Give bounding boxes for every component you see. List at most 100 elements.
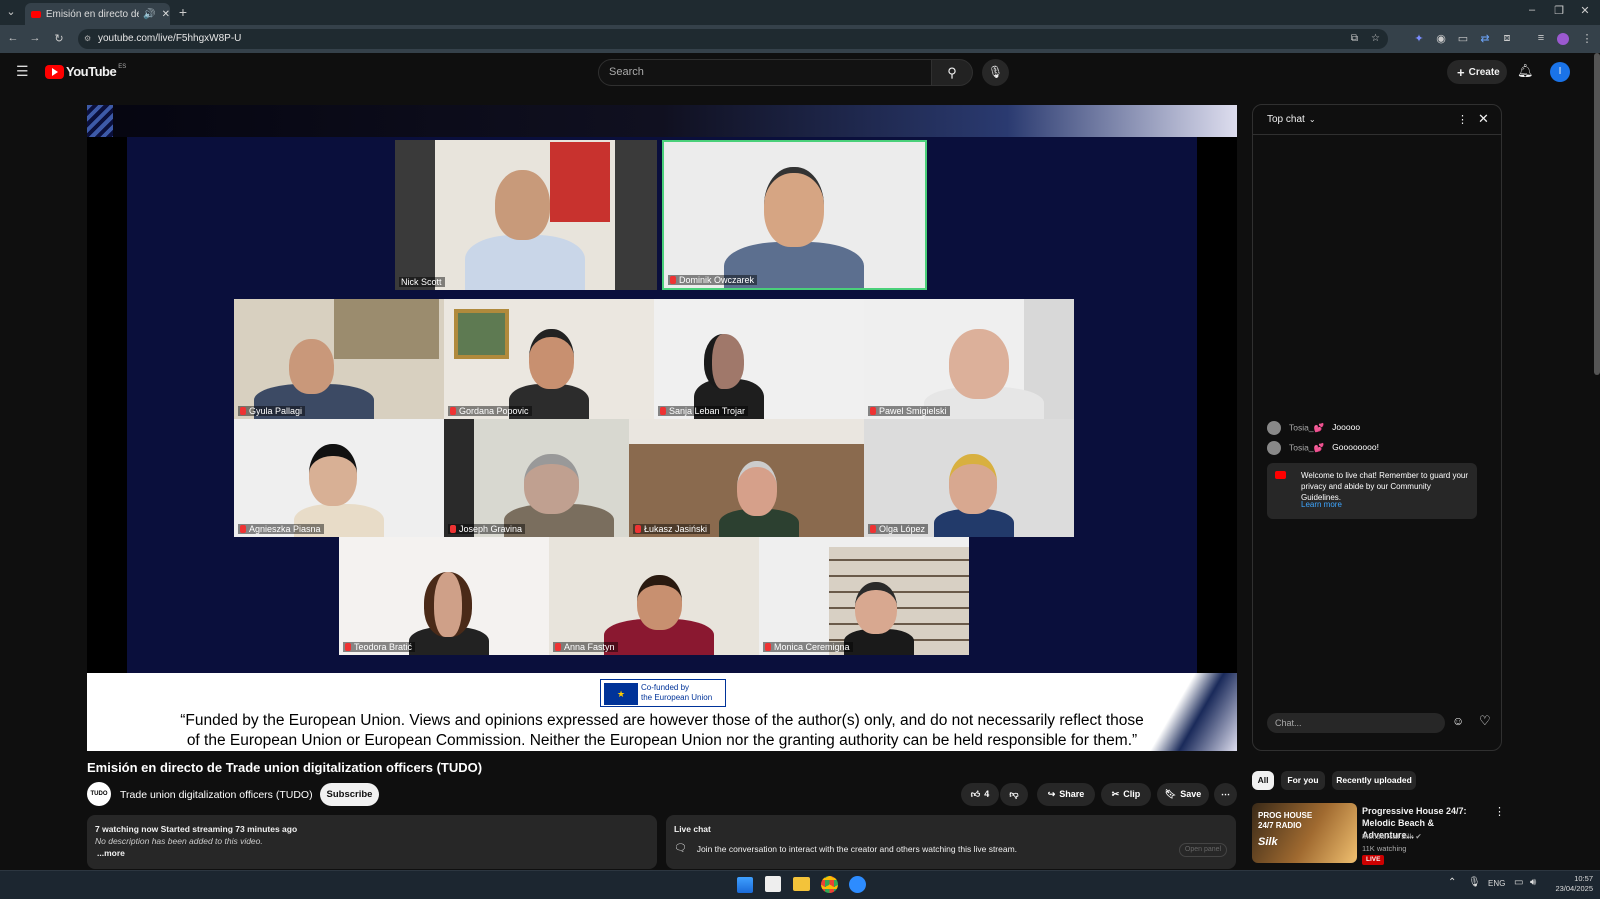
extension-printer-icon[interactable]: ▭ bbox=[1456, 32, 1470, 45]
zoom-icon[interactable] bbox=[849, 876, 866, 893]
eu-flag-icon: ★ bbox=[604, 683, 638, 705]
live-chat-description: Join the conversation to interact with t… bbox=[696, 844, 1018, 854]
chip-all[interactable]: All bbox=[1252, 771, 1274, 790]
participant-tile: Anna Fastyn bbox=[549, 537, 759, 655]
tray-mic-icon[interactable]: 🎙 bbox=[1468, 877, 1481, 888]
rec-more-icon[interactable]: ⋮ bbox=[1494, 805, 1505, 818]
voice-search-button[interactable]: 🎙 bbox=[982, 59, 1009, 86]
translate-icon[interactable]: ⇄ bbox=[1478, 32, 1492, 45]
tray-chevron-icon[interactable]: ⌃ bbox=[1448, 877, 1456, 888]
participant-name: Łukasz Jasiński bbox=[633, 524, 711, 534]
eu-logo-text: Co-funded by the European Union bbox=[641, 683, 712, 703]
back-icon[interactable]: ← bbox=[6, 32, 20, 44]
page-scrollbar[interactable] bbox=[1594, 53, 1600, 375]
tab-list-icon[interactable]: ⌄ bbox=[4, 5, 18, 18]
chat-mode-label: Top chat bbox=[1267, 114, 1305, 125]
chat-text: Jooooo bbox=[1332, 422, 1361, 433]
top-chat-dropdown[interactable]: Top chat ⌄ bbox=[1267, 114, 1316, 125]
channel-name[interactable]: Trade union digitalization officers (TUD… bbox=[120, 789, 313, 801]
search-input[interactable]: Search bbox=[598, 59, 932, 86]
chrome-icon[interactable] bbox=[821, 876, 838, 893]
dislike-button[interactable]: 👎︎ bbox=[1000, 783, 1028, 806]
recommended-video[interactable]: PROG HOUSE 24/7 RADIO Silk Progressive H… bbox=[1252, 803, 1505, 865]
reload-icon[interactable]: ↻ bbox=[52, 32, 66, 45]
network-icon[interactable]: ▭ bbox=[1514, 877, 1523, 888]
participant-tile: Pawel Smigielski bbox=[864, 299, 1074, 419]
search-button[interactable]: ⚲ bbox=[932, 59, 973, 86]
share-button[interactable]: ↪ Share bbox=[1037, 783, 1095, 806]
participant-name: Dominik Owczarek bbox=[668, 275, 758, 285]
extension-icon[interactable]: ✦ bbox=[1412, 32, 1426, 45]
open-panel-button[interactable]: Open panel bbox=[1179, 843, 1227, 857]
show-more-link[interactable]: ...more bbox=[97, 847, 649, 859]
restore-icon[interactable]: ❐ bbox=[1552, 4, 1566, 17]
chat-more-icon[interactable]: ⋮ bbox=[1457, 113, 1468, 126]
eu-cofunded-logo: ★ Co-funded by the European Union bbox=[600, 679, 726, 707]
subscribe-button[interactable]: Subscribe bbox=[320, 783, 379, 806]
participant-tile-active-speaker: Dominik Owczarek bbox=[662, 140, 927, 290]
notifications-bell-icon[interactable]: 🔔︎ bbox=[1517, 63, 1534, 79]
chip-recently-uploaded[interactable]: Recently uploaded bbox=[1332, 771, 1416, 790]
channel-avatar[interactable]: TUDO bbox=[87, 782, 111, 806]
close-tab-icon[interactable]: ✕ bbox=[162, 9, 170, 20]
participant-name: Sanja Leban Trojar bbox=[658, 406, 749, 416]
description-box[interactable]: 7 watching now Started streaming 73 minu… bbox=[87, 815, 657, 869]
thumbs-down-icon: 👎︎ bbox=[1009, 789, 1019, 799]
video-player[interactable]: Nick Scott Dominik Owczarek Gyula Pallag… bbox=[87, 105, 1237, 751]
save-button[interactable]: 🔖︎ Save bbox=[1157, 783, 1209, 806]
rec-channel[interactable]: Monstercat Silk ✔ bbox=[1362, 832, 1422, 841]
participant-name: Agnieszka Piasna bbox=[238, 524, 324, 534]
rec-watching: 11K watching bbox=[1362, 844, 1407, 853]
site-info-icon[interactable]: ⚙ bbox=[84, 29, 91, 49]
video-thumbnail[interactable]: PROG HOUSE 24/7 RADIO Silk bbox=[1252, 803, 1357, 863]
file-explorer-icon[interactable] bbox=[793, 877, 810, 891]
emoji-icon[interactable]: ☺ bbox=[1452, 714, 1464, 728]
eu-disclaimer-text: “Funded by the European Union. Views and… bbox=[127, 711, 1197, 751]
account-avatar[interactable]: I bbox=[1550, 62, 1570, 82]
input-language[interactable]: ENG bbox=[1488, 879, 1505, 888]
description-text: No description has been added to this vi… bbox=[95, 836, 263, 846]
create-button[interactable]: + Create bbox=[1447, 60, 1507, 84]
browser-menu-icon[interactable]: ⋮ bbox=[1580, 32, 1594, 45]
thumbnail-text: PROG HOUSE 24/7 RADIO bbox=[1258, 811, 1313, 830]
logo-text: YouTube bbox=[66, 64, 117, 79]
participant-tile: Teodora Bratić bbox=[339, 537, 549, 655]
extension-camera-icon[interactable]: ◉ bbox=[1434, 32, 1448, 45]
youtube-logo[interactable]: YouTube ES bbox=[45, 64, 126, 79]
volume-icon[interactable]: 🔊︎ bbox=[1530, 877, 1536, 888]
youtube-icon bbox=[1275, 471, 1286, 479]
profile-icon[interactable] bbox=[1557, 33, 1569, 45]
media-control-icon[interactable]: ≡ bbox=[1534, 32, 1548, 44]
close-chat-icon[interactable]: ✕ bbox=[1478, 111, 1489, 127]
share-icon: ↪ bbox=[1047, 789, 1056, 799]
speaker-icon[interactable]: 🔊 bbox=[143, 9, 155, 20]
chip-for-you[interactable]: For you bbox=[1281, 771, 1325, 790]
forward-icon[interactable]: → bbox=[28, 32, 42, 44]
close-window-icon[interactable]: ✕ bbox=[1578, 4, 1592, 17]
bookmark-star-icon[interactable]: ☆ bbox=[1371, 29, 1380, 49]
windows-start-icon[interactable] bbox=[737, 877, 753, 893]
browser-tab[interactable]: Emisión en directo de Trad 🔊 ✕ bbox=[25, 3, 170, 25]
url-field[interactable]: ⚙ youtube.com/live/F5hhgxW8P-U ⧉ ☆ bbox=[78, 29, 1388, 49]
learn-more-link[interactable]: Learn more bbox=[1301, 499, 1342, 510]
new-tab-icon[interactable]: + bbox=[176, 4, 190, 20]
address-bar-row: ← → ↻ ⚙ youtube.com/live/F5hhgxW8P-U ⧉ ☆… bbox=[0, 25, 1600, 53]
system-clock[interactable]: 10:57 23/04/2025 bbox=[1548, 874, 1593, 894]
hamburger-menu-icon[interactable]: ☰ bbox=[16, 63, 29, 80]
video-title: Emisión en directo de Trade union digita… bbox=[87, 760, 483, 775]
participant-name: Pawel Smigielski bbox=[868, 406, 950, 416]
clip-button[interactable]: ✂ Clip bbox=[1101, 783, 1151, 806]
heart-icon[interactable]: ♡ bbox=[1479, 713, 1491, 729]
extensions-puzzle-icon[interactable]: ⧈ bbox=[1500, 32, 1514, 45]
chat-input[interactable]: Chat... bbox=[1267, 713, 1445, 733]
like-button[interactable]: 👍︎ 4 bbox=[961, 783, 999, 806]
minimize-icon[interactable]: – bbox=[1525, 4, 1539, 16]
task-view-icon[interactable] bbox=[765, 876, 781, 892]
verified-icon: ✔ bbox=[1415, 832, 1422, 841]
participant-tile: Nick Scott bbox=[395, 140, 657, 290]
logo-country-code: ES bbox=[118, 64, 127, 70]
clock-time: 10:57 bbox=[1574, 874, 1593, 883]
chat-author-avatar bbox=[1267, 441, 1281, 455]
install-icon[interactable]: ⧉ bbox=[1351, 29, 1358, 49]
more-actions-button[interactable]: ⋯ bbox=[1214, 783, 1237, 806]
